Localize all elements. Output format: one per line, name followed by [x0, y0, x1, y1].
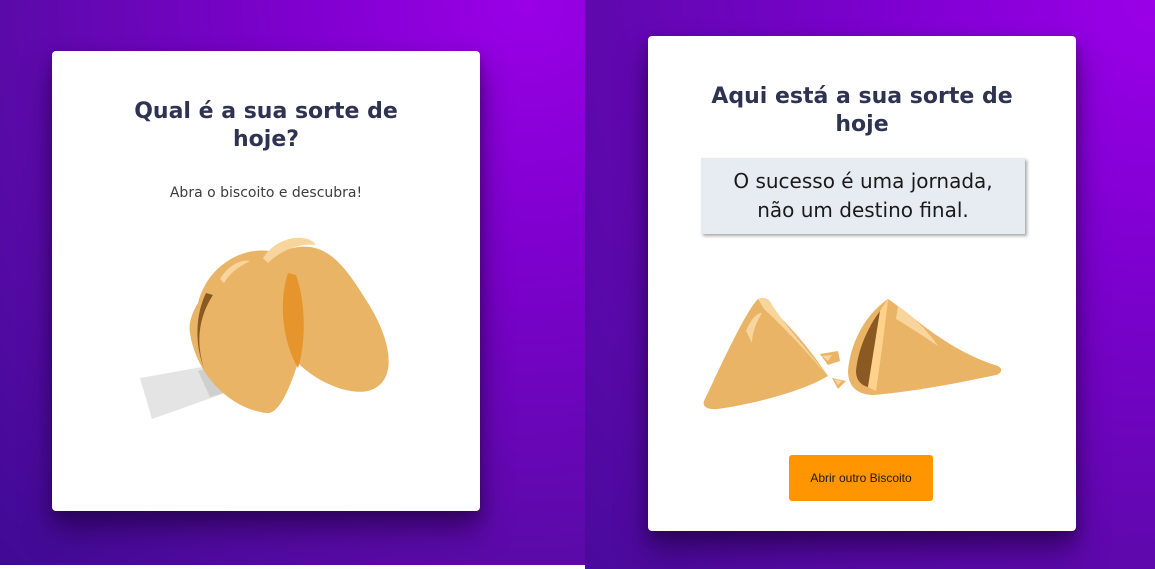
fortune-message: O sucesso é uma jornada, não um destino …: [701, 158, 1025, 234]
card-subtitle: Abra o biscoito e descubra!: [169, 185, 363, 201]
card-title: Qual é a sua sorte de hoje?: [134, 99, 398, 152]
card-title: Aqui está a sua sorte de hoje: [711, 84, 1013, 137]
closed-fortune-cookie-icon[interactable]: [138, 223, 398, 423]
right-screen: Aqui está a sua sorte de hoje O sucesso …: [585, 0, 1155, 569]
left-screen: Qual é a sua sorte de hoje? Abra o bisco…: [0, 0, 585, 565]
fortune-card-closed: Qual é a sua sorte de hoje? Abra o bisco…: [52, 51, 480, 511]
fortune-card-opened: Aqui está a sua sorte de hoje O sucesso …: [648, 36, 1076, 531]
open-another-cookie-button[interactable]: Abrir outro Biscoito: [789, 455, 933, 501]
broken-fortune-cookie-icon: [703, 297, 1002, 410]
